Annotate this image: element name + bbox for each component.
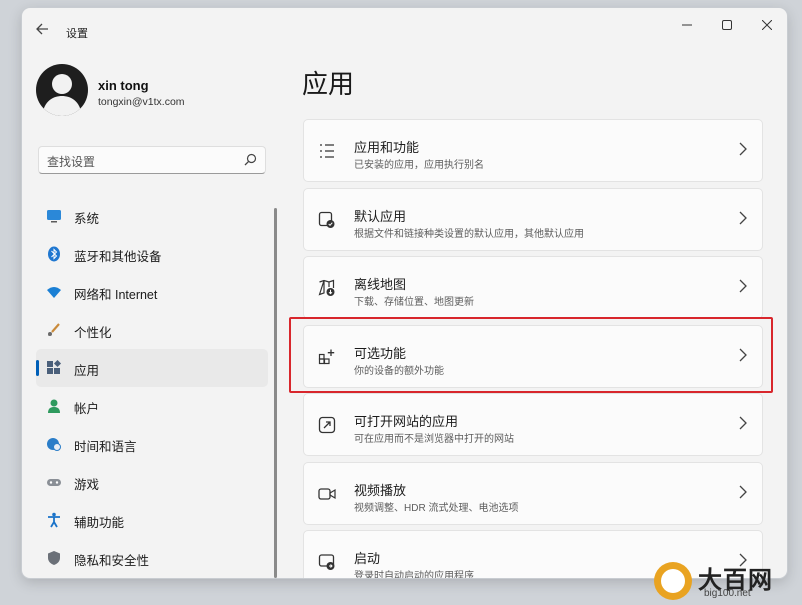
startup-icon <box>318 553 338 573</box>
card-subtitle: 已安装的应用，应用执行别名 <box>354 160 484 171</box>
map-download-icon <box>318 279 338 299</box>
sidebar-item-system[interactable]: 系统 <box>36 197 268 235</box>
card-title: 默认应用 <box>354 209 407 224</box>
sidebar-item-accounts[interactable]: 帐户 <box>36 387 268 425</box>
user-name: xin tong <box>98 78 149 93</box>
card-subtitle: 登录时自动启动的应用程序 <box>354 571 474 578</box>
sidebar-item-label: 游戏 <box>74 478 100 492</box>
sidebar-item-label: 帐户 <box>74 402 100 416</box>
card-title: 启动 <box>354 551 381 566</box>
highlight-box <box>289 317 773 393</box>
sidebar-item-label: 辅助功能 <box>74 516 125 530</box>
card-title: 视频播放 <box>354 483 407 498</box>
card-subtitle: 可在应用而不是浏览器中打开的网站 <box>354 434 514 445</box>
sidebar-item-label: 隐私和安全性 <box>74 554 150 568</box>
card-subtitle: 视频调整、HDR 流式处理、电池选项 <box>354 503 519 514</box>
card-apps-for-websites[interactable]: 可打开网站的应用 可在应用而不是浏览器中打开的网站 <box>303 393 763 456</box>
sidebar-item-time-language[interactable]: 时间和语言 <box>36 425 268 463</box>
title-bar: 设置 <box>22 8 787 52</box>
sidebar-item-label: 蓝牙和其他设备 <box>74 250 162 264</box>
card-title: 离线地图 <box>354 277 407 292</box>
avatar[interactable] <box>36 64 88 116</box>
page-title: 应用 <box>302 69 355 99</box>
list-icon <box>318 142 338 162</box>
card-subtitle: 根据文件和链接种类设置的默认应用，其他默认应用 <box>354 229 584 240</box>
sidebar-item-bluetooth[interactable]: 蓝牙和其他设备 <box>36 235 268 273</box>
watermark-logo-icon <box>654 562 692 600</box>
sidebar-item-network[interactable]: 网络和 Internet <box>36 273 268 311</box>
wifi-icon <box>46 284 62 300</box>
card-default-apps[interactable]: 默认应用 根据文件和链接种类设置的默认应用，其他默认应用 <box>303 188 763 251</box>
gamepad-icon <box>46 474 62 490</box>
watermark: 大百网 big100.net <box>654 560 796 602</box>
open-external-icon <box>318 416 338 436</box>
sidebar-item-privacy[interactable]: 隐私和安全性 <box>36 539 268 577</box>
sidebar-item-personalization[interactable]: 个性化 <box>36 311 268 349</box>
default-app-icon <box>318 211 338 231</box>
maximize-icon[interactable] <box>712 14 742 36</box>
back-arrow-icon[interactable] <box>34 22 50 38</box>
sidebar-item-label: 时间和语言 <box>74 440 137 454</box>
account-icon <box>46 398 62 414</box>
card-video-playback[interactable]: 视频播放 视频调整、HDR 流式处理、电池选项 <box>303 462 763 525</box>
chevron-right-icon <box>738 211 748 227</box>
card-title: 可打开网站的应用 <box>354 414 459 429</box>
settings-window: 设置 xin tong tongxin@v1tx.com 查找设置 系统 蓝牙和… <box>22 8 787 578</box>
accessibility-icon <box>46 512 62 528</box>
card-apps-features[interactable]: 应用和功能 已安装的应用，应用执行别名 <box>303 119 763 182</box>
sidebar-item-label: 个性化 <box>74 326 112 340</box>
minimize-icon[interactable] <box>672 14 702 36</box>
system-display-icon <box>46 208 62 224</box>
bluetooth-icon <box>46 246 62 262</box>
sidebar-scrollbar[interactable] <box>274 208 277 578</box>
sidebar-item-label: 应用 <box>74 364 100 378</box>
brush-icon <box>46 322 62 338</box>
window-title: 设置 <box>66 28 88 40</box>
chevron-right-icon <box>738 142 748 158</box>
shield-icon <box>46 550 62 566</box>
sidebar-item-gaming[interactable]: 游戏 <box>36 463 268 501</box>
sidebar-item-apps[interactable]: 应用 <box>36 349 268 387</box>
apps-icon <box>46 359 62 376</box>
watermark-url: big100.net <box>704 588 751 599</box>
card-offline-maps[interactable]: 离线地图 下载、存储位置、地图更新 <box>303 256 763 319</box>
sidebar-item-label: 系统 <box>74 212 100 226</box>
search-icon[interactable] <box>244 153 257 171</box>
close-icon[interactable] <box>752 14 782 36</box>
user-email: tongxin@v1tx.com <box>98 96 185 108</box>
selected-indicator <box>36 360 39 376</box>
sidebar-nav: 系统 蓝牙和其他设备 网络和 Internet 个性化 应用 帐户 时间和语言 … <box>36 197 268 577</box>
sidebar-item-accessibility[interactable]: 辅助功能 <box>36 501 268 539</box>
chevron-right-icon <box>738 485 748 501</box>
search-input[interactable]: 查找设置 <box>38 146 266 174</box>
search-placeholder: 查找设置 <box>47 155 96 169</box>
video-icon <box>318 485 338 505</box>
chevron-right-icon <box>738 416 748 432</box>
card-subtitle: 下载、存储位置、地图更新 <box>354 297 474 308</box>
chevron-right-icon <box>738 279 748 295</box>
globe-clock-icon <box>46 436 62 452</box>
sidebar-item-label: 网络和 Internet <box>74 288 158 302</box>
card-title: 应用和功能 <box>354 140 420 155</box>
